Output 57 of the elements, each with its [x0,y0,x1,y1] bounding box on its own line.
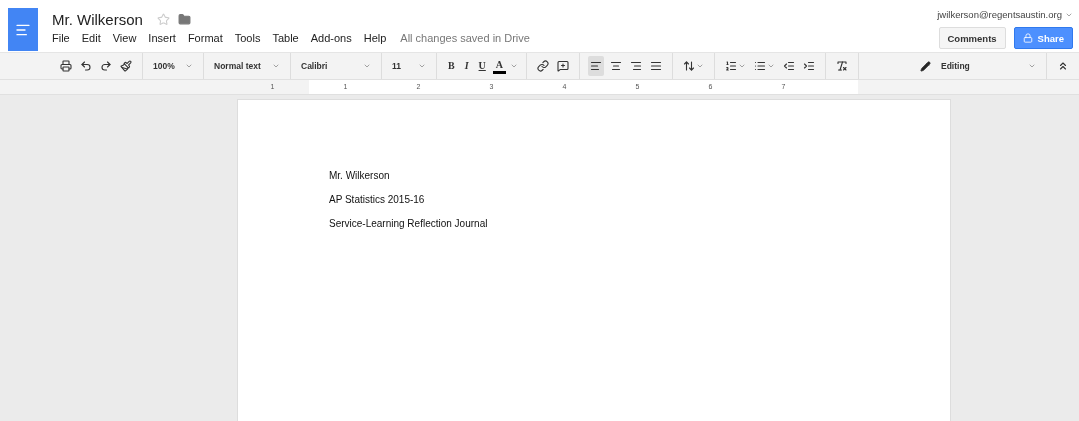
menu-item[interactable]: File [52,32,70,44]
menu-item[interactable]: Add-ons [310,32,352,44]
menu-item[interactable]: Format [187,32,223,44]
caret-icon [696,62,705,70]
menu-item[interactable]: Tools [234,32,261,44]
redo-icon [100,60,112,72]
align-center-icon [610,60,623,72]
document-line: Mr. Wilkerson [329,170,391,181]
comments-button[interactable]: Comments [938,27,1006,49]
comment-icon [557,60,570,72]
account-email[interactable]: jwilkerson@regentsaustin.org [937,9,1062,20]
caret-icon [185,62,193,70]
star-icon[interactable] [156,13,170,26]
clear-formatting-icon [836,60,849,72]
italic-button[interactable]: I [461,60,472,72]
align-left-icon [590,60,603,72]
underline-button[interactable]: U [475,60,489,72]
align-right-icon [630,60,643,72]
menu-item[interactable]: Edit [81,32,101,44]
caret-icon [510,62,519,70]
caret-icon [1028,62,1036,70]
caret-icon [738,62,747,70]
menu-item[interactable]: Insert [148,32,176,44]
bulleted-list-icon [754,60,767,72]
caret-icon [363,62,371,70]
line-spacing-icon [683,60,696,72]
lock-icon [1022,33,1033,43]
docs-logo-icon[interactable] [8,8,38,51]
zoom-dropdown[interactable]: 100% [151,61,195,71]
undo-icon [80,60,92,72]
menu-item[interactable]: Table [272,32,299,44]
caret-icon [272,62,280,70]
document-line: AP Statistics 2015-16 [329,194,426,205]
numbered-list-icon [725,60,738,72]
menu-item[interactable]: View [112,32,137,44]
print-icon [60,60,72,72]
menu-item[interactable]: Help [363,32,387,44]
justify-icon [650,60,663,72]
chevrons-up-icon [1057,60,1069,72]
save-status: All changes saved in Drive [400,32,530,44]
increase-indent-icon [803,60,816,72]
text-color-button[interactable]: A [492,58,507,74]
document-title[interactable]: Mr. Wilkerson [52,11,143,28]
caret-icon [418,62,426,70]
font-size-dropdown[interactable]: 11 [390,61,428,71]
pencil-icon [920,60,931,72]
paint-roller-icon [120,60,132,72]
document-line: Service-Learning Reflection Journal [329,218,489,229]
decrease-indent-icon [783,60,796,72]
link-icon [537,60,550,72]
style-dropdown[interactable]: Normal text [212,61,282,71]
align-button[interactable] [588,56,605,76]
folder-icon[interactable] [177,13,191,26]
mode-dropdown[interactable]: Editing [918,60,1038,72]
font-dropdown[interactable]: Calibri [299,61,373,71]
caret-icon [767,62,776,70]
bold-button[interactable]: B [445,60,458,72]
